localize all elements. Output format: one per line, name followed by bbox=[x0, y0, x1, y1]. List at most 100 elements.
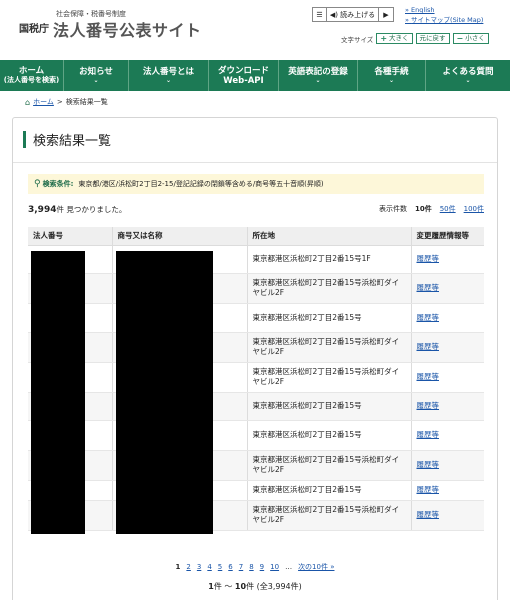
search-condition-box: ⚲ 検索条件: 東京都/港区/浜松町2丁目2-15/登記記録の閉鎖等含める/商号… bbox=[28, 174, 484, 194]
read-aloud-button[interactable]: ◀) 読み上げる bbox=[327, 8, 379, 21]
read-aloud-label: 読み上げる bbox=[340, 10, 376, 19]
readspeaker-widget: ☰ ◀) 読み上げる ▶ bbox=[312, 7, 394, 22]
page-link-3[interactable]: 3 bbox=[197, 563, 201, 571]
nav-procedures[interactable]: 各種手続 ⌄ bbox=[358, 60, 426, 91]
home-icon: ⌂ bbox=[25, 97, 31, 107]
col-header-address: 所在地 bbox=[246, 227, 411, 246]
search-condition-value: 東京都/港区/浜松町2丁目2-15/登記記録の閉鎖等含める/商号等五十音順(昇順… bbox=[78, 180, 324, 188]
history-cell: 履歴等 bbox=[410, 332, 484, 363]
font-size-controls: 文字サイズ + 大きく 元に戻す − 小さく bbox=[341, 33, 489, 44]
top-links: » English » サイトマップ(Site Map) bbox=[405, 5, 483, 25]
chevron-down-icon: ⌄ bbox=[465, 77, 471, 84]
history-link[interactable]: 履歴等 bbox=[417, 254, 440, 263]
plus-icon: + bbox=[380, 34, 388, 43]
speaker-icon: ◀) bbox=[329, 10, 338, 19]
nav-faq[interactable]: よくある質問 ⌄ bbox=[426, 60, 510, 91]
page-link-7[interactable]: 7 bbox=[239, 563, 243, 571]
history-cell: 履歴等 bbox=[410, 500, 484, 531]
address-cell: 東京都港区浜松町2丁目2番15号浜松町ダイヤビル2F bbox=[246, 500, 411, 531]
result-count: 3,994件 見つかりました。 bbox=[28, 204, 126, 215]
redaction-company-names bbox=[116, 251, 213, 534]
history-link[interactable]: 履歴等 bbox=[417, 342, 440, 351]
page-link-8[interactable]: 8 bbox=[249, 563, 253, 571]
agency-logo[interactable]: 国税庁 bbox=[19, 20, 49, 35]
font-larger-button[interactable]: + 大きく bbox=[376, 33, 413, 44]
site-title[interactable]: 法人番号公表サイト bbox=[53, 17, 202, 41]
col-header-name: 商号又は名称 bbox=[111, 227, 247, 246]
address-cell: 東京都港区浜松町2丁目2番15号浜松町ダイヤビル2F bbox=[246, 332, 411, 363]
redaction-corporate-numbers bbox=[31, 251, 85, 534]
menu-icon[interactable]: ☰ bbox=[313, 8, 327, 21]
minus-icon: − bbox=[456, 34, 464, 43]
page-link-9[interactable]: 9 bbox=[260, 563, 264, 571]
page-link-2[interactable]: 2 bbox=[186, 563, 190, 571]
address-cell: 東京都港区浜松町2丁目2番15号 bbox=[246, 392, 411, 421]
search-icon: ⚲ bbox=[34, 179, 41, 189]
font-size-label: 文字サイズ bbox=[341, 35, 374, 44]
result-count-row: 3,994件 見つかりました。 表示件数 10件 50件 100件 bbox=[28, 202, 484, 216]
page-link-10[interactable]: 10 bbox=[270, 563, 279, 571]
address-cell: 東京都港区浜松町2丁目2番15号浜松町ダイヤビル2F bbox=[246, 450, 411, 481]
table-row: 東京都港区浜松町2丁目2番15号浜松町ダイヤビル2F 履歴等 bbox=[28, 362, 484, 393]
history-link[interactable]: 履歴等 bbox=[417, 430, 440, 439]
address-cell: 東京都港区浜松町2丁目2番15号1F bbox=[246, 245, 411, 274]
address-cell: 東京都港区浜松町2丁目2番15号 bbox=[246, 420, 411, 451]
col-header-history: 変更履歴情報等 bbox=[410, 227, 484, 246]
table-row: 東京都港区浜松町2丁目2番15号浜松町ダイヤビル2F 履歴等 bbox=[28, 332, 484, 363]
range-mid: 件 ～ bbox=[213, 582, 235, 591]
page-link-5[interactable]: 5 bbox=[218, 563, 222, 571]
table-row: 東京都港区浜松町2丁目2番15号 履歴等 bbox=[28, 392, 484, 421]
table-row: 東京都港区浜松町2丁目2番15号 履歴等 bbox=[28, 420, 484, 451]
breadcrumb-home-link[interactable]: ホーム bbox=[33, 97, 54, 107]
result-count-number: 3,994 bbox=[28, 204, 57, 215]
per-page-current: 10件 bbox=[414, 205, 432, 213]
table-row: 東京都港区浜松町2丁目2番15号 履歴等 bbox=[28, 480, 484, 501]
range-end: 10 bbox=[234, 582, 247, 591]
title-accent-bar bbox=[23, 131, 26, 148]
title-divider bbox=[13, 162, 497, 163]
english-link[interactable]: » English bbox=[405, 5, 483, 15]
nav-about[interactable]: 法人番号とは ⌄ bbox=[129, 60, 209, 91]
history-cell: 履歴等 bbox=[410, 273, 484, 304]
next-page-link[interactable]: 次の10件 » bbox=[298, 562, 334, 572]
breadcrumb: ⌂ ホーム > 検索結果一覧 bbox=[25, 97, 108, 107]
address-cell: 東京都港区浜松町2丁目2番15号浜松町ダイヤビル2F bbox=[246, 362, 411, 393]
global-nav: ホーム (法人番号を検索) お知らせ ⌄ 法人番号とは ⌄ ダウンロード Web… bbox=[0, 60, 510, 91]
table-row: 東京都港区浜松町2丁目2番15号浜松町ダイヤビル2F 履歴等 bbox=[28, 273, 484, 304]
nav-download[interactable]: ダウンロード Web-API bbox=[209, 60, 279, 91]
sitemap-link[interactable]: » サイトマップ(Site Map) bbox=[405, 15, 483, 25]
per-page-selector: 表示件数 10件 50件 100件 bbox=[379, 204, 484, 214]
nav-english-registration[interactable]: 英語表記の登録 ⌄ bbox=[279, 60, 358, 91]
history-link[interactable]: 履歴等 bbox=[417, 372, 440, 381]
history-cell: 履歴等 bbox=[410, 420, 484, 451]
page-link-6[interactable]: 6 bbox=[228, 563, 232, 571]
history-link[interactable]: 履歴等 bbox=[417, 485, 440, 494]
font-smaller-button[interactable]: − 小さく bbox=[452, 33, 489, 44]
result-range-summary: 1件 ～ 10件 (全3,994件) bbox=[0, 581, 510, 592]
col-header-corporate-number: 法人番号 bbox=[28, 227, 112, 246]
per-page-50-link[interactable]: 50件 bbox=[440, 204, 456, 214]
table-row: 東京都港区浜松町2丁目2番15号浜松町ダイヤビル2F 履歴等 bbox=[28, 450, 484, 481]
history-link[interactable]: 履歴等 bbox=[417, 510, 440, 519]
history-cell: 履歴等 bbox=[410, 245, 484, 274]
pagination: 1 2 3 4 5 6 7 8 9 10 … 次の10件 » bbox=[0, 562, 510, 572]
chevron-down-icon: ⌄ bbox=[165, 77, 172, 84]
breadcrumb-separator: > bbox=[56, 98, 63, 106]
nav-news[interactable]: お知らせ ⌄ bbox=[64, 60, 129, 91]
pagination-ellipsis: … bbox=[285, 563, 293, 571]
result-count-text: 件 見つかりました。 bbox=[56, 204, 127, 214]
page-link-4[interactable]: 4 bbox=[207, 563, 211, 571]
history-link[interactable]: 履歴等 bbox=[417, 460, 440, 469]
per-page-100-link[interactable]: 100件 bbox=[464, 204, 484, 214]
table-row: 東京都港区浜松町2丁目2番15号 履歴等 bbox=[28, 303, 484, 333]
history-link[interactable]: 履歴等 bbox=[417, 283, 440, 292]
history-cell: 履歴等 bbox=[410, 392, 484, 421]
address-cell: 東京都港区浜松町2丁目2番15号 bbox=[246, 480, 411, 501]
page-title: 検索結果一覧 bbox=[23, 130, 111, 149]
font-reset-button[interactable]: 元に戻す bbox=[415, 33, 450, 44]
history-link[interactable]: 履歴等 bbox=[417, 401, 440, 410]
nav-home[interactable]: ホーム (法人番号を検索) bbox=[0, 60, 64, 91]
history-cell: 履歴等 bbox=[410, 480, 484, 501]
play-icon[interactable]: ▶ bbox=[379, 8, 393, 21]
history-link[interactable]: 履歴等 bbox=[417, 313, 440, 322]
